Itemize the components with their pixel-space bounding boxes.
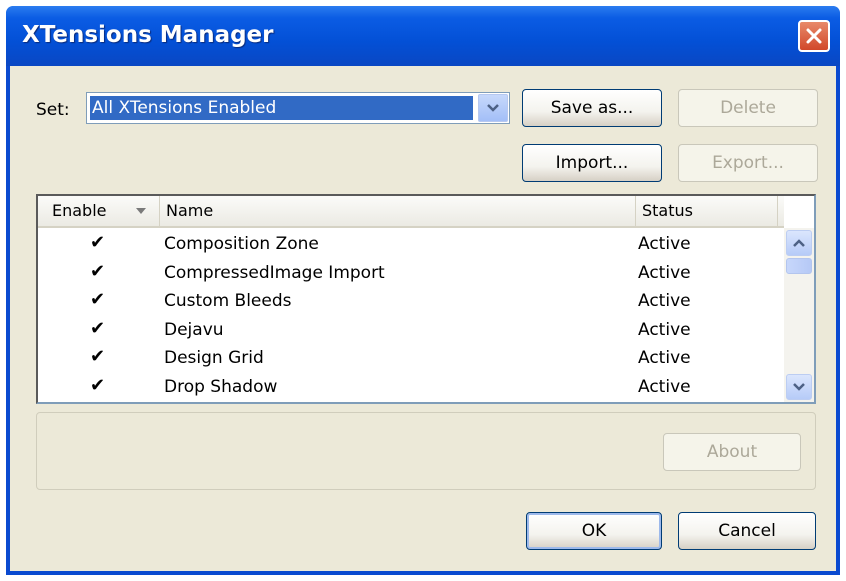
vertical-scrollbar[interactable]	[784, 228, 814, 402]
chevron-up-icon	[793, 239, 805, 247]
table-row[interactable]: ✔ Custom Bleeds Active	[38, 287, 784, 316]
xtension-status: Active	[638, 234, 691, 254]
enabled-check-icon[interactable]: ✔	[90, 318, 105, 339]
column-header-enable[interactable]: Enable	[38, 196, 160, 226]
set-dropdown-value: All XTensions Enabled	[90, 96, 473, 120]
close-icon	[806, 28, 822, 44]
xtension-name: Composition Zone	[164, 234, 319, 254]
chevron-down-icon	[487, 104, 499, 112]
enabled-check-icon[interactable]: ✔	[90, 289, 105, 310]
table-row[interactable]: ✔ Composition Zone Active	[38, 230, 784, 259]
column-header-name[interactable]: Name	[160, 196, 636, 226]
xtension-name: Dejavu	[164, 319, 224, 340]
dialog-client-area: Set: All XTensions Enabled Save as... De…	[10, 66, 836, 571]
list-body: ✔ Composition Zone Active ✔ CompressedIm…	[38, 230, 784, 402]
xtension-status: Active	[638, 376, 691, 397]
xtension-status: Active	[638, 262, 691, 283]
enabled-check-icon[interactable]: ✔	[90, 375, 105, 396]
scroll-down-button[interactable]	[786, 374, 812, 400]
sort-dropdown-icon[interactable]	[132, 202, 150, 220]
xtension-status: Active	[638, 348, 691, 368]
scroll-up-button[interactable]	[786, 230, 812, 256]
set-dropdown[interactable]: All XTensions Enabled	[86, 92, 510, 124]
set-label: Set:	[36, 100, 70, 120]
column-label-name: Name	[166, 201, 214, 220]
table-row[interactable]: ✔ Dejavu Active	[38, 316, 784, 345]
xtension-name: Design Grid	[164, 348, 264, 368]
about-button[interactable]: About	[663, 433, 801, 471]
title-bar[interactable]: XTensions Manager	[6, 6, 840, 66]
enabled-check-icon[interactable]: ✔	[90, 232, 105, 253]
dropdown-arrow-button[interactable]	[478, 94, 508, 122]
table-row[interactable]: ✔ Drop Shadow Active	[38, 373, 784, 402]
column-label-status: Status	[642, 201, 693, 220]
column-label-enable: Enable	[52, 201, 107, 220]
column-header-status[interactable]: Status	[636, 196, 778, 226]
dialog-window: XTensions Manager Set: All XTensions Ena…	[6, 6, 840, 575]
close-button[interactable]	[798, 20, 830, 52]
table-row[interactable]: ✔ Design Grid Active	[38, 344, 784, 373]
table-row[interactable]: ✔ CompressedImage Import Active	[38, 259, 784, 288]
save-as-button[interactable]: Save as...	[522, 89, 662, 127]
enabled-check-icon[interactable]: ✔	[90, 346, 105, 367]
delete-button[interactable]: Delete	[678, 89, 818, 127]
import-button[interactable]: Import...	[522, 144, 662, 182]
enabled-check-icon[interactable]: ✔	[90, 261, 105, 282]
xtensions-list[interactable]: Enable Name Status ✔ Composition Zone Ac…	[36, 194, 816, 404]
xtension-name: Drop Shadow	[164, 376, 278, 397]
xtension-name: Custom Bleeds	[164, 291, 292, 311]
chevron-down-icon	[793, 383, 805, 391]
xtension-name: CompressedImage Import	[164, 262, 385, 283]
scroll-thumb[interactable]	[786, 258, 812, 274]
export-button[interactable]: Export...	[678, 144, 818, 182]
xtension-status: Active	[638, 319, 691, 340]
dialog-title: XTensions Manager	[22, 22, 274, 48]
list-header: Enable Name Status	[38, 196, 784, 228]
cancel-button[interactable]: Cancel	[678, 512, 816, 550]
ok-button[interactable]: OK	[526, 512, 662, 550]
xtension-status: Active	[638, 291, 691, 311]
about-panel: About	[36, 412, 816, 490]
